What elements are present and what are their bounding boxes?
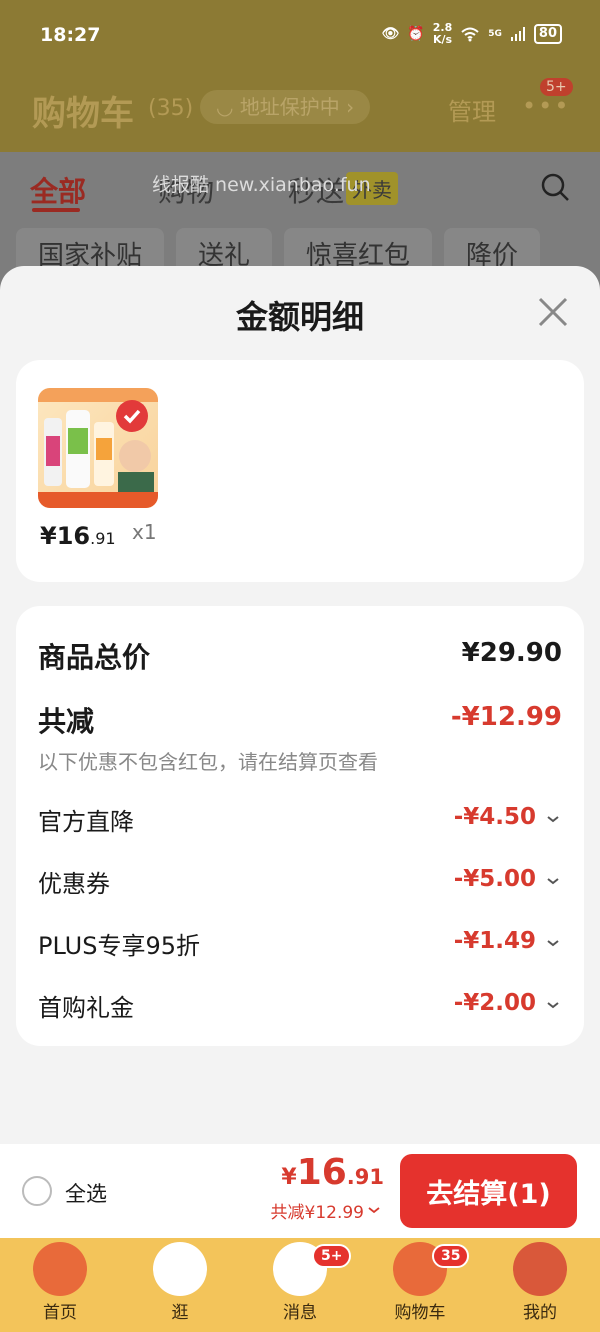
cart-badge: 35 <box>432 1244 470 1268</box>
home-mascot-icon <box>33 1242 87 1296</box>
discount-item-value: -¥2.00 <box>453 990 536 1016</box>
eye-icon: 👁 <box>381 26 400 42</box>
battery-icon: 80 <box>533 24 562 44</box>
wifi-icon <box>461 27 479 42</box>
chevron-down-icon[interactable] <box>546 874 560 888</box>
page-title: 购物车 <box>32 94 134 134</box>
discount-note: 以下优惠不包含红包，请在结算页查看 <box>38 750 378 774</box>
tabbar-messages[interactable]: 5+ 消息 <box>240 1238 360 1332</box>
more-icon[interactable]: ••• <box>522 92 570 120</box>
net-speed: 2.8 K/s <box>432 21 453 46</box>
browse-mascot-icon <box>153 1242 207 1296</box>
discount-label: 共减 <box>38 705 95 738</box>
discount-item-label: 优惠券 <box>38 870 110 898</box>
status-time: 18:27 <box>40 24 101 46</box>
tabbar-label: 首页 <box>43 1303 77 1323</box>
manage-button[interactable]: 管理 <box>448 92 496 127</box>
tab-underline <box>32 208 80 212</box>
checkout-button[interactable]: 去结算(1) <box>400 1154 577 1228</box>
total-label: 商品总价 <box>38 641 151 674</box>
chevron-down-icon[interactable] <box>546 936 560 950</box>
sheet-title: 金额明细 <box>235 298 364 336</box>
discount-item-value: -¥4.50 <box>453 804 536 830</box>
cell-bars-icon <box>510 27 525 41</box>
product-card: ¥16.91 x1 <box>16 360 584 582</box>
search-icon[interactable] <box>540 172 570 202</box>
cart-count: (35) <box>148 96 194 121</box>
product-price: ¥16.91 <box>40 522 116 550</box>
discount-item-value: -¥1.49 <box>453 928 536 954</box>
tabbar-browse[interactable]: 逛 <box>120 1238 240 1332</box>
status-icons: 👁 ⏰ 2.8 K/s 5G 80 <box>382 22 562 46</box>
messages-badge: 5+ <box>312 1244 352 1268</box>
chevron-down-icon[interactable] <box>368 1204 380 1216</box>
bottom-tabbar: 首页 逛 5+ 消息 35 购物车 我的 <box>0 1238 600 1332</box>
chevron-right-icon: › <box>339 95 355 119</box>
tabbar-me[interactable]: 我的 <box>480 1238 600 1332</box>
select-all-radio[interactable] <box>22 1176 52 1206</box>
more-badge: 5+ <box>540 78 573 96</box>
chevron-down-icon[interactable] <box>546 998 560 1012</box>
discount-item-value: -¥5.00 <box>453 866 536 892</box>
tabbar-label: 购物车 <box>394 1303 446 1323</box>
price-summary-card: 商品总价 ¥29.90 共减 -¥12.99 以下优惠不包含红包，请在结算页查看… <box>16 606 584 1046</box>
tabbar-cart[interactable]: 35 购物车 <box>360 1238 480 1332</box>
tabbar-home[interactable]: 首页 <box>0 1238 120 1332</box>
selected-check-icon[interactable] <box>116 400 148 432</box>
chevron-down-icon[interactable] <box>546 812 560 826</box>
tabbar-label: 逛 <box>171 1303 189 1323</box>
checkout-bar: 全选 ¥16.91 共减¥12.99 去结算(1) <box>0 1144 600 1238</box>
status-bar: 18:27 👁 ⏰ 2.8 K/s 5G 80 <box>0 0 600 70</box>
tabbar-label: 我的 <box>523 1303 557 1323</box>
discount-item-label: 官方直降 <box>38 808 134 836</box>
product-quantity: x1 <box>132 520 157 544</box>
discount-item-label: PLUS专享95折 <box>38 932 200 960</box>
me-mascot-icon <box>513 1242 567 1296</box>
background-page: 18:27 👁 ⏰ 2.8 K/s 5G 80 购物车 (35) ◡ 地址保护中… <box>0 0 600 300</box>
discount-item-label: 首购礼金 <box>38 994 134 1022</box>
total-price: ¥16.91 <box>281 1152 384 1193</box>
close-icon[interactable] <box>535 294 571 330</box>
select-all-label[interactable]: 全选 <box>65 1178 107 1208</box>
address-protect-pill[interactable]: ◡ 地址保护中 › <box>200 90 371 124</box>
product-image[interactable] <box>38 388 158 508</box>
tab-all[interactable]: 全部 <box>30 170 86 210</box>
signal-icon: 5G <box>488 29 502 39</box>
smile-icon: ◡ <box>216 95 240 119</box>
watermark: 线报酷 new.xianbao.fun <box>152 174 371 196</box>
total-discount[interactable]: 共减¥12.99 <box>271 1198 364 1223</box>
cart-header: 购物车 (35) ◡ 地址保护中 › 管理 ••• 5+ <box>0 70 600 152</box>
discount-value: -¥12.99 <box>450 702 562 732</box>
alarm-icon: ⏰ <box>407 26 425 42</box>
total-value: ¥29.90 <box>461 638 562 668</box>
tabbar-label: 消息 <box>283 1303 317 1323</box>
